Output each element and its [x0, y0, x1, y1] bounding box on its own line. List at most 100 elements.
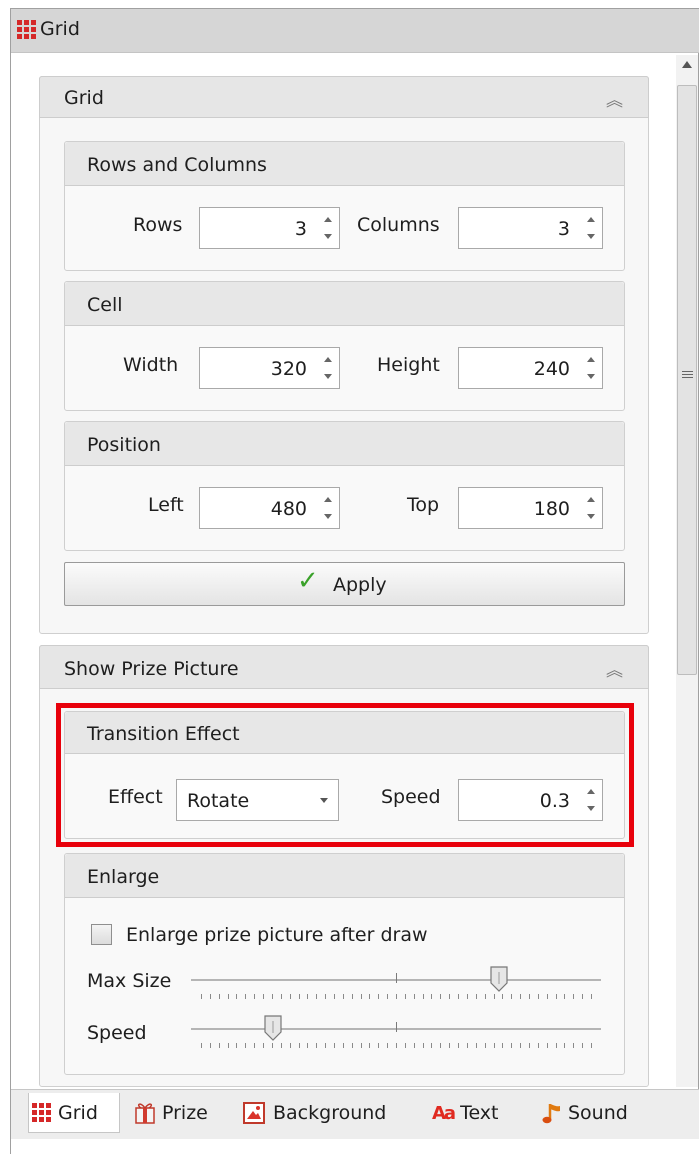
- top-label: Top: [407, 494, 440, 516]
- speed-slider-label: Speed: [87, 1022, 147, 1044]
- rows-spinner[interactable]: 3: [199, 207, 340, 249]
- slider-tick: [316, 994, 317, 999]
- slider-thumb[interactable]: [490, 966, 508, 992]
- tab-background[interactable]: Background: [243, 1093, 418, 1133]
- slider-tick: [219, 1043, 220, 1048]
- slider-tick: [272, 1043, 273, 1048]
- window-title: Grid: [40, 18, 80, 40]
- slider-tick: [564, 1043, 565, 1048]
- slider-tick: [547, 994, 548, 999]
- spin-down-icon[interactable]: [587, 514, 595, 519]
- slider-tick: [405, 994, 406, 999]
- spin-up-icon[interactable]: [587, 357, 595, 362]
- position-group: Position Left 480 Top 180: [64, 421, 625, 551]
- columns-spinner[interactable]: 3: [458, 207, 603, 249]
- enlarge-speed-slider[interactable]: [191, 1009, 601, 1049]
- slider-center-tick: [396, 1022, 397, 1032]
- slider-tick: [281, 994, 282, 999]
- slider-ticks: [201, 994, 592, 1000]
- slider-tick: [476, 994, 477, 999]
- slider-tick: [254, 1043, 255, 1048]
- spin-down-icon[interactable]: [587, 374, 595, 379]
- tab-label: Background: [273, 1102, 387, 1124]
- spin-down-icon[interactable]: [324, 234, 332, 239]
- spin-up-icon[interactable]: [324, 357, 332, 362]
- cell-group: Cell Width 320 Height 240: [64, 281, 625, 411]
- max-size-label: Max Size: [87, 970, 172, 992]
- slider-tick: [236, 994, 237, 999]
- group-title: Enlarge: [87, 866, 160, 888]
- tab-prize[interactable]: Prize: [134, 1093, 234, 1133]
- slider-tick: [538, 994, 539, 999]
- spin-up-icon[interactable]: [324, 497, 332, 502]
- spin-up-icon[interactable]: [587, 217, 595, 222]
- enlarge-checkbox[interactable]: [91, 924, 112, 945]
- slider-tick: [228, 994, 229, 999]
- slider-tick: [387, 1043, 388, 1048]
- prize-panel-title: Show Prize Picture: [64, 658, 239, 680]
- tab-text[interactable]: Aa Text: [432, 1093, 527, 1133]
- width-spinner[interactable]: 320: [199, 347, 340, 389]
- height-spinner[interactable]: 240: [458, 347, 603, 389]
- slider-tick: [440, 1043, 441, 1048]
- slider-tick: [591, 1043, 592, 1048]
- gift-icon: [135, 1103, 155, 1124]
- music-note-icon: [542, 1104, 560, 1124]
- slider-tick: [529, 1043, 530, 1048]
- spin-up-icon[interactable]: [587, 497, 595, 502]
- group-title: Rows and Columns: [87, 154, 267, 176]
- slider-tick: [361, 994, 362, 999]
- slider-tick: [219, 994, 220, 999]
- tab-label: Sound: [568, 1102, 628, 1124]
- tab-grid[interactable]: Grid: [28, 1093, 120, 1133]
- slider-tick: [591, 994, 592, 999]
- rows-value: 3: [294, 218, 307, 240]
- spin-up-icon[interactable]: [324, 217, 332, 222]
- slider-tick: [449, 1043, 450, 1048]
- columns-label: Columns: [357, 214, 440, 236]
- spin-down-icon[interactable]: [324, 514, 332, 519]
- left-spinner[interactable]: 480: [199, 487, 340, 529]
- slider-tick: [263, 994, 264, 999]
- prize-panel-header[interactable]: Show Prize Picture ︽: [39, 645, 649, 689]
- scroll-up-icon[interactable]: [682, 61, 692, 68]
- slider-tick: [564, 994, 565, 999]
- slider-tick: [352, 1043, 353, 1048]
- bottom-margin: [11, 1139, 699, 1155]
- slider-tick: [201, 1043, 202, 1048]
- slider-tick: [396, 994, 397, 999]
- collapse-icon[interactable]: ︽: [606, 86, 623, 111]
- tab-sound[interactable]: Sound: [542, 1093, 652, 1133]
- top-spinner[interactable]: 180: [458, 487, 603, 529]
- scroll-thumb[interactable]: [677, 85, 697, 675]
- grid-panel-header[interactable]: Grid ︽: [39, 76, 649, 118]
- apply-button[interactable]: ✓ Apply: [64, 562, 625, 606]
- slider-tick: [290, 1043, 291, 1048]
- vertical-scrollbar[interactable]: [676, 55, 698, 1096]
- slider-tick: [529, 994, 530, 999]
- slider-tick: [210, 1043, 211, 1048]
- slider-tick: [272, 994, 273, 999]
- slider-tick: [547, 1043, 548, 1048]
- slider-tick: [582, 1043, 583, 1048]
- max-size-slider[interactable]: [191, 960, 601, 1000]
- slider-tick: [378, 1043, 379, 1048]
- collapse-icon[interactable]: ︽: [606, 656, 623, 681]
- tab-label: Text: [460, 1102, 499, 1124]
- grid-icon: [32, 1103, 51, 1122]
- slider-tick: [369, 994, 370, 999]
- slider-tick: [520, 994, 521, 999]
- slider-tick: [538, 1043, 539, 1048]
- spin-down-icon[interactable]: [587, 234, 595, 239]
- spin-down-icon[interactable]: [324, 374, 332, 379]
- apply-label: Apply: [333, 574, 387, 596]
- slider-tick: [307, 1043, 308, 1048]
- group-header: Rows and Columns: [65, 142, 624, 186]
- slider-tick: [440, 994, 441, 999]
- slider-tick: [573, 1043, 574, 1048]
- slider-tick: [556, 1043, 557, 1048]
- slider-tick: [352, 994, 353, 999]
- slider-tick: [245, 1043, 246, 1048]
- slider-tick: [414, 1043, 415, 1048]
- slider-thumb[interactable]: [264, 1015, 282, 1041]
